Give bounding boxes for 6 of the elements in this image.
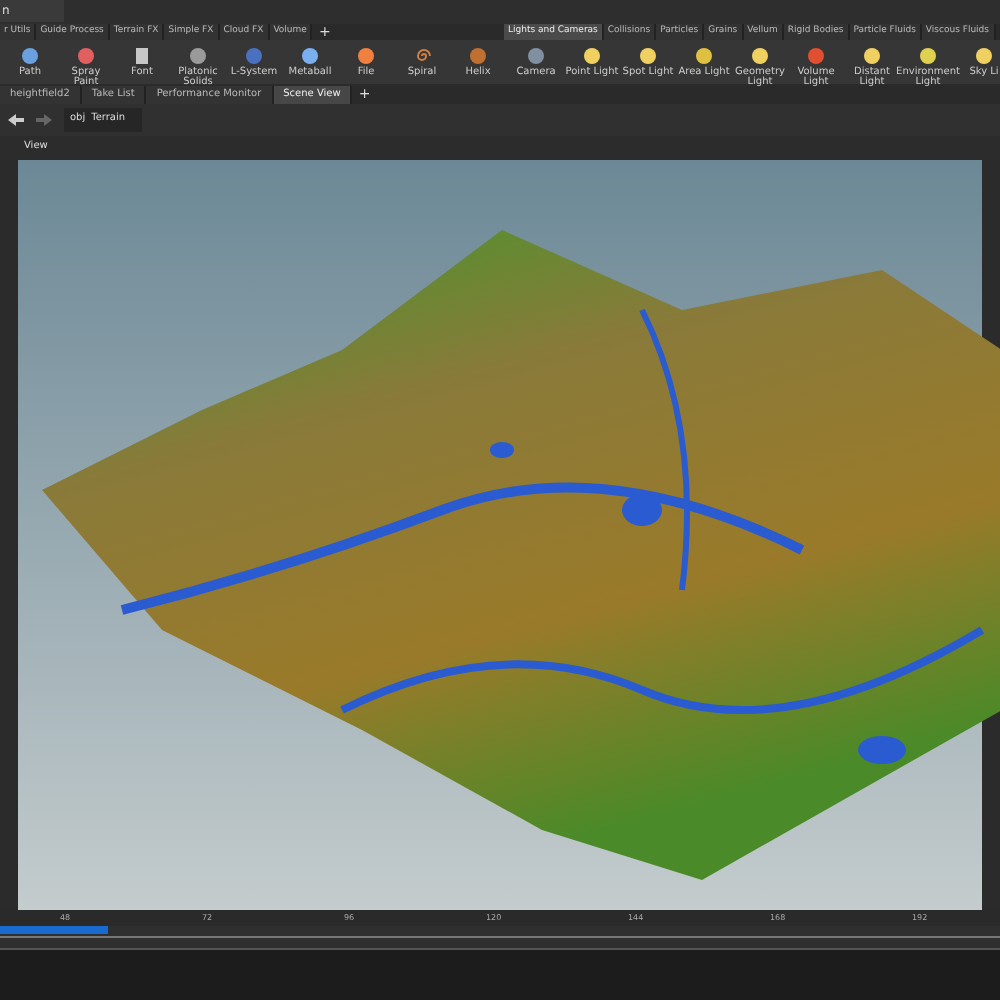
sphere-icon — [918, 46, 938, 66]
back-arrow-icon[interactable] — [8, 114, 24, 126]
sphere-icon — [188, 46, 208, 66]
forward-arrow-icon[interactable] — [36, 114, 52, 126]
timeline-track[interactable] — [0, 926, 1000, 950]
spiral-icon — [412, 46, 432, 66]
